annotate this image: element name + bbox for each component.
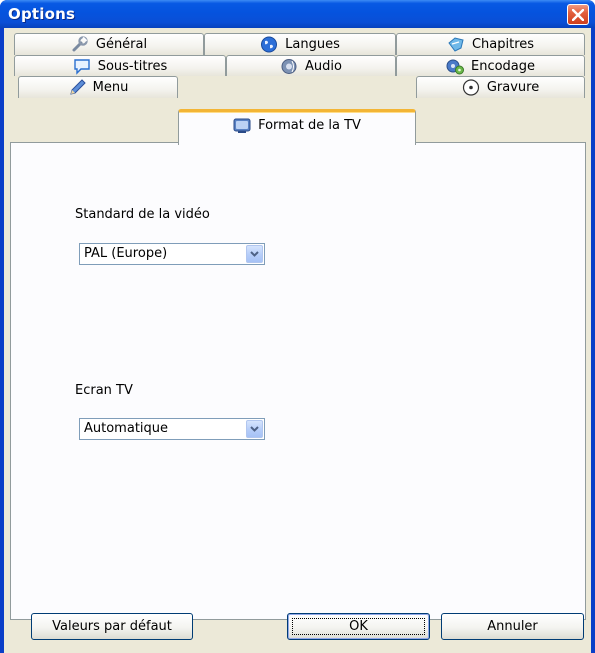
- tab-chapitres-label: Chapitres: [471, 37, 535, 52]
- tv-screen-value: Automatique: [84, 421, 169, 436]
- close-button[interactable]: [567, 4, 589, 25]
- video-standard-label: Standard de la vidéo: [75, 207, 210, 222]
- wrench-icon: [72, 36, 88, 52]
- cancel-button-label: Annuler: [487, 619, 538, 634]
- tv-screen-dropdown-button[interactable]: [246, 420, 263, 438]
- tab-gravure[interactable]: Gravure: [416, 76, 585, 98]
- globe-icon: [261, 36, 278, 53]
- tab-gravure-label: Gravure: [486, 80, 540, 95]
- tab-general-label: Général: [95, 37, 148, 52]
- tv-screen-label: Ecran TV: [75, 383, 133, 398]
- title-bar[interactable]: Options: [0, 0, 595, 28]
- tab-sous-titres-label: Sous-titres: [97, 58, 168, 74]
- tab-panel-format-tv: Standard de la vidéo PAL (Europe) Ecran …: [10, 142, 586, 620]
- disc-icon: [462, 79, 479, 96]
- tv-screen-select[interactable]: Automatique: [79, 418, 265, 440]
- cancel-button[interactable]: Annuler: [441, 613, 584, 640]
- tab-format-tv-label: Format de la TV: [258, 117, 361, 133]
- tab-langues[interactable]: Langues: [204, 33, 396, 55]
- tab-menu[interactable]: Menu: [18, 76, 178, 98]
- options-dialog: Options Général Langues Chapitres Sous-t…: [0, 0, 595, 653]
- close-icon: [572, 8, 584, 21]
- focus-rectangle: [292, 618, 425, 635]
- tab-audio-label: Audio: [305, 58, 342, 74]
- video-standard-value: PAL (Europe): [84, 246, 168, 261]
- dialog-client: Général Langues Chapitres Sous-titres Au…: [4, 28, 591, 653]
- tab-audio[interactable]: Audio: [226, 55, 396, 76]
- window-title: Options: [8, 5, 76, 23]
- default-values-button-label: Valeurs par défaut: [52, 619, 172, 634]
- chevron-down-icon: [250, 426, 259, 432]
- default-values-button[interactable]: Valeurs par défaut: [31, 613, 193, 640]
- tab-chapitres[interactable]: Chapitres: [396, 33, 585, 55]
- chevron-down-icon: [250, 251, 259, 257]
- tab-langues-label: Langues: [285, 37, 340, 52]
- gears-icon: [446, 59, 464, 74]
- tv-icon: [233, 118, 251, 133]
- speech-bubble-icon: [74, 58, 90, 75]
- tab-sous-titres[interactable]: Sous-titres: [14, 55, 226, 76]
- tab-menu-label: Menu: [92, 80, 129, 95]
- pencil-icon: [69, 79, 86, 95]
- tab-encodage-label: Encodage: [470, 58, 536, 74]
- tab-format-tv[interactable]: Format de la TV: [178, 109, 416, 145]
- bookmark-icon: [448, 37, 464, 52]
- video-standard-select[interactable]: PAL (Europe): [79, 243, 265, 265]
- tab-general[interactable]: Général: [14, 33, 204, 55]
- speaker-icon: [281, 58, 297, 74]
- video-standard-dropdown-button[interactable]: [246, 245, 263, 263]
- tab-encodage[interactable]: Encodage: [396, 55, 585, 76]
- ok-button[interactable]: OK: [287, 613, 430, 640]
